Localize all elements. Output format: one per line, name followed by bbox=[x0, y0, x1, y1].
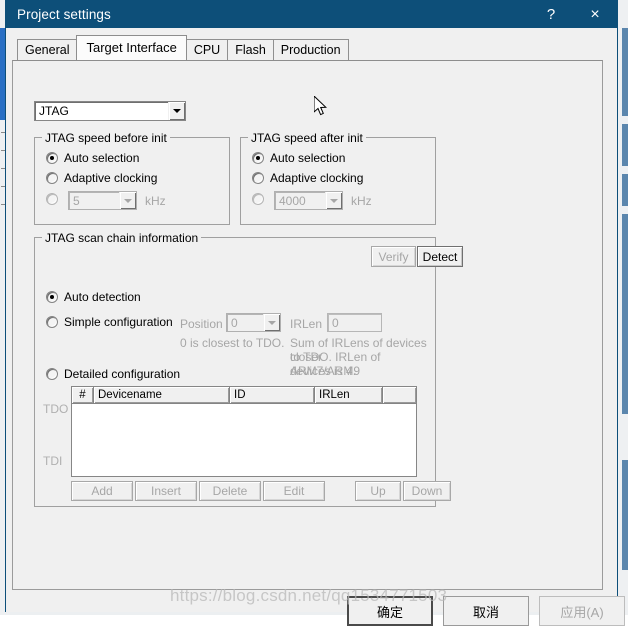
speed-before-init-value: 5 bbox=[73, 193, 80, 208]
device-table-header: # Devicename ID IRLen bbox=[72, 387, 416, 404]
radio-dot-icon bbox=[46, 291, 58, 303]
radio-label: Adaptive clocking bbox=[270, 171, 364, 185]
radio-detailed-configuration[interactable]: Detailed configuration bbox=[46, 367, 180, 381]
jtag-scan-chain-group: JTAG scan chain information Verify Detec… bbox=[34, 231, 463, 507]
target-interface-panel: JTAG JTAG speed before init Auto selecti… bbox=[12, 60, 603, 590]
column-header-irlen[interactable]: IRLen bbox=[315, 387, 383, 403]
tdo-label: TDO bbox=[43, 402, 69, 416]
irlen-field[interactable]: 0 bbox=[327, 313, 382, 332]
radio-before-auto-selection[interactable]: Auto selection bbox=[46, 151, 139, 165]
column-header-id[interactable]: ID bbox=[230, 387, 315, 403]
irlen-hint-line-3: devices is 4. bbox=[290, 364, 357, 378]
jtag-speed-after-init-legend: JTAG speed after init bbox=[248, 131, 366, 145]
radio-before-adaptive-clocking[interactable]: Adaptive clocking bbox=[46, 171, 157, 185]
position-hint: 0 is closest to TDO. bbox=[180, 336, 285, 350]
radio-dot-icon bbox=[46, 368, 58, 380]
radio-dot-icon bbox=[46, 152, 58, 164]
speed-before-init-combo[interactable]: 5 bbox=[68, 191, 137, 210]
jtag-scan-chain-legend: JTAG scan chain information bbox=[42, 231, 202, 245]
device-table[interactable]: # Devicename ID IRLen bbox=[71, 386, 417, 477]
interface-select-value: JTAG bbox=[39, 104, 69, 118]
window-title: Project settings bbox=[17, 7, 111, 22]
chevron-down-icon[interactable] bbox=[119, 192, 136, 209]
radio-dot-icon bbox=[46, 172, 58, 184]
tab-production[interactable]: Production bbox=[272, 39, 349, 60]
tdi-label: TDI bbox=[43, 454, 63, 468]
radio-dot-icon bbox=[46, 316, 58, 328]
column-header-devicename[interactable]: Devicename bbox=[94, 387, 230, 403]
radio-after-adaptive-clocking[interactable]: Adaptive clocking bbox=[252, 171, 363, 185]
background-window-right-strip bbox=[617, 0, 628, 615]
watermark: https://blog.csdn.net/qq1534771503 bbox=[170, 586, 448, 605]
jtag-speed-after-init-group: JTAG speed after init Auto selection Ada… bbox=[240, 131, 436, 225]
irlen-label: IRLen bbox=[290, 317, 323, 331]
radio-dot-icon bbox=[252, 152, 264, 164]
speed-after-init-combo[interactable]: 4000 bbox=[274, 191, 343, 210]
radio-label: Simple configuration bbox=[64, 315, 173, 329]
chevron-down-icon[interactable] bbox=[263, 314, 280, 331]
tab-target-interface[interactable]: Target Interface bbox=[76, 35, 187, 60]
project-settings-dialog: Project settings ? × General Target Inte… bbox=[5, 0, 625, 626]
insert-button[interactable]: Insert bbox=[135, 481, 197, 501]
radio-auto-detection[interactable]: Auto detection bbox=[46, 290, 141, 304]
radio-before-fixed-speed[interactable] bbox=[46, 193, 58, 205]
tab-general[interactable]: General bbox=[17, 39, 78, 60]
position-label: Position bbox=[180, 317, 223, 331]
chevron-down-icon[interactable] bbox=[168, 102, 185, 120]
detect-button[interactable]: Detect bbox=[417, 246, 463, 267]
radio-after-auto-selection[interactable]: Auto selection bbox=[252, 151, 345, 165]
speed-before-init-unit: kHz bbox=[145, 194, 166, 208]
up-button[interactable]: Up bbox=[355, 481, 401, 501]
interface-select[interactable]: JTAG bbox=[34, 101, 186, 121]
jtag-speed-before-init-group: JTAG speed before init Auto selection Ad… bbox=[34, 131, 230, 225]
radio-simple-configuration[interactable]: Simple configuration bbox=[46, 315, 173, 329]
delete-button[interactable]: Delete bbox=[199, 481, 261, 501]
add-button[interactable]: Add bbox=[71, 481, 133, 501]
radio-dot-icon bbox=[46, 193, 58, 205]
verify-button[interactable]: Verify bbox=[371, 246, 416, 267]
device-table-body[interactable] bbox=[72, 404, 416, 476]
chevron-down-icon[interactable] bbox=[325, 192, 342, 209]
tab-bar: General Target Interface CPU Flash Produ… bbox=[17, 35, 349, 60]
radio-label: Auto selection bbox=[64, 151, 140, 165]
down-button[interactable]: Down bbox=[403, 481, 451, 501]
column-header-index[interactable]: # bbox=[72, 387, 94, 403]
radio-label: Detailed configuration bbox=[64, 367, 181, 381]
tab-cpu[interactable]: CPU bbox=[185, 39, 229, 60]
radio-dot-icon bbox=[252, 193, 264, 205]
column-header-spacer bbox=[383, 387, 416, 403]
radio-label: Auto selection bbox=[270, 151, 346, 165]
position-combo[interactable]: 0 bbox=[226, 313, 281, 332]
jtag-speed-before-init-legend: JTAG speed before init bbox=[42, 131, 170, 145]
screen: Project settings ? × General Target Inte… bbox=[0, 0, 628, 626]
close-icon[interactable]: × bbox=[573, 1, 617, 28]
dialog-body: General Target Interface CPU Flash Produ… bbox=[6, 28, 625, 626]
radio-label: Adaptive clocking bbox=[64, 171, 158, 185]
tab-flash[interactable]: Flash bbox=[227, 39, 274, 60]
radio-dot-icon bbox=[252, 172, 264, 184]
radio-after-fixed-speed[interactable] bbox=[252, 193, 264, 205]
speed-after-init-unit: kHz bbox=[351, 194, 372, 208]
help-button[interactable]: ? bbox=[529, 1, 573, 28]
position-value: 0 bbox=[231, 315, 238, 330]
radio-label: Auto detection bbox=[64, 290, 141, 304]
title-bar: Project settings ? × bbox=[6, 1, 617, 28]
edit-button[interactable]: Edit bbox=[263, 481, 325, 501]
speed-after-init-value: 4000 bbox=[279, 193, 306, 208]
